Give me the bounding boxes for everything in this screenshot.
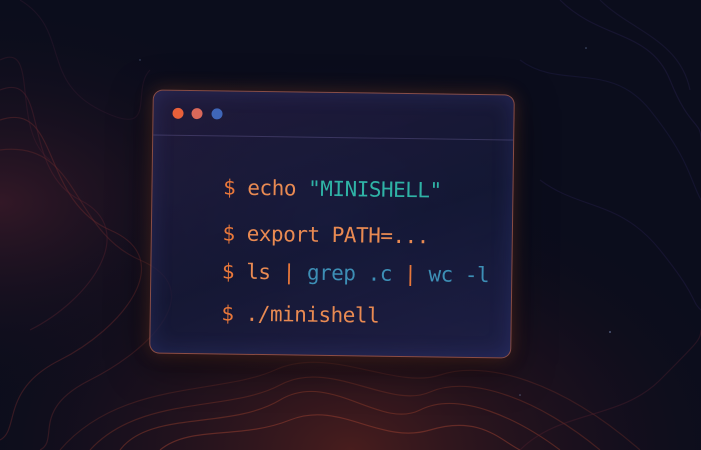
close-dot-icon[interactable] [172,107,184,119]
pipe-command: wc -l [428,262,490,288]
command: ./minishell [245,301,380,328]
maximize-dot-icon[interactable] [211,108,223,120]
minimize-dot-icon[interactable] [191,108,203,120]
terminal-window: $ echo "MINISHELL" $ export PATH=... $ l… [149,89,515,359]
command: echo [247,175,297,201]
terminal-titlebar [153,90,514,141]
prompt: $ [221,301,234,326]
prompt: $ [222,175,236,200]
terminal-line-4: $ ./minishell [172,277,379,352]
pipe-symbol: | [403,262,417,287]
